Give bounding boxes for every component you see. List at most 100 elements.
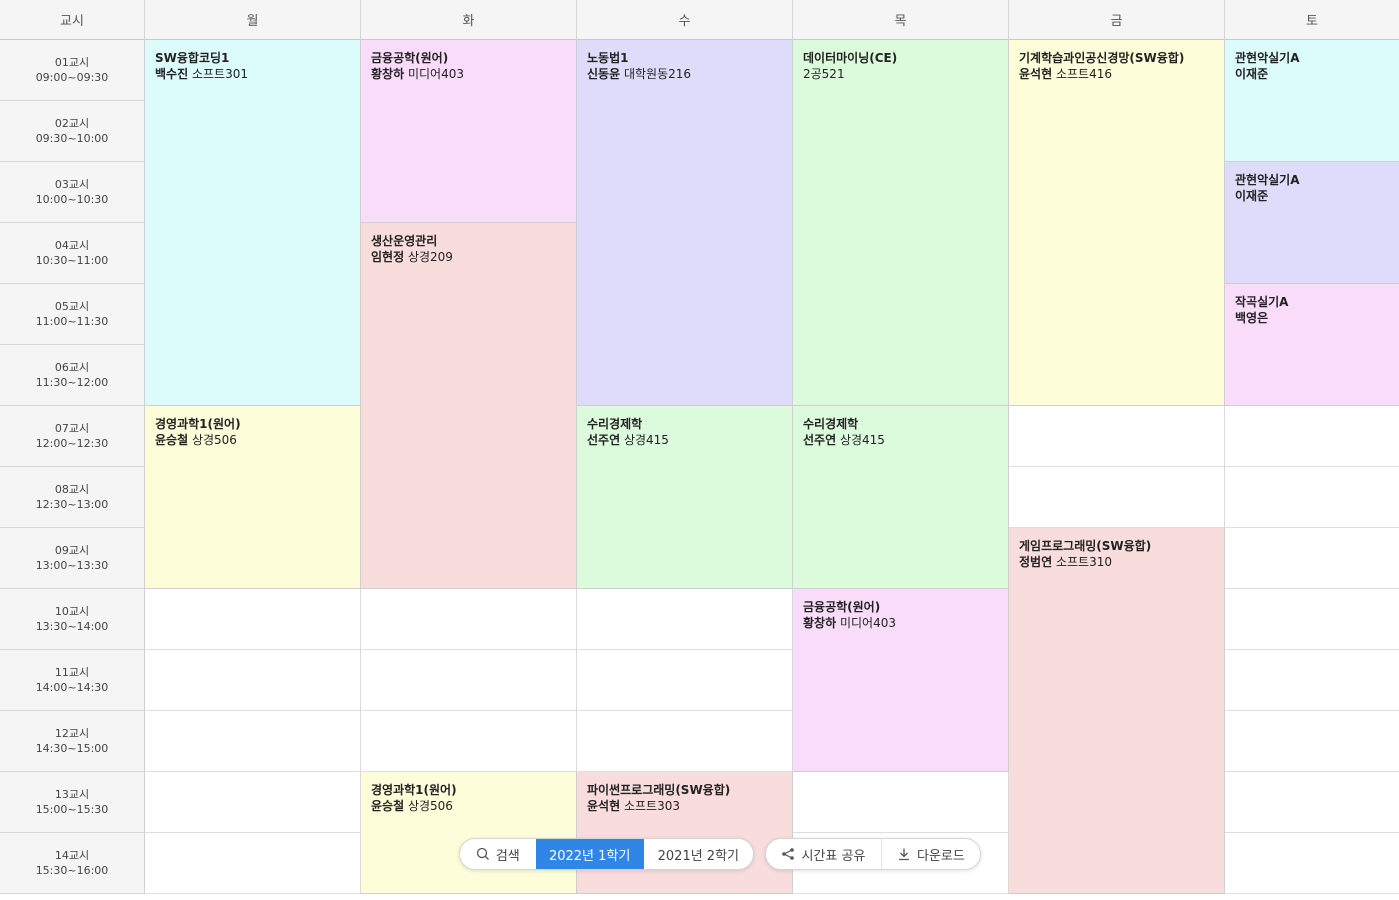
day-header-wed: 수 [577,0,793,40]
period-time: 14:30~15:00 [35,742,109,755]
period-number: 02교시 [54,117,90,130]
course-room: 상경415 [839,433,885,447]
period-time: 09:00~09:30 [35,71,109,84]
course-name: 수리경제학 [803,417,859,431]
empty-slot[interactable] [1225,467,1399,528]
period-time: 11:30~12:00 [35,376,109,389]
course-block[interactable]: 생산운영관리 임현정 상경209 [361,223,577,589]
semester-current-label: 2022년 1학기 [548,848,631,864]
search-label: 검색 [495,848,520,864]
period-time: 13:30~14:00 [35,620,109,633]
period-time: 11:00~11:30 [35,315,109,328]
course-block[interactable]: 기계학습과인공신경망(SW융합) 윤석현 소프트416 [1009,40,1225,406]
empty-slot[interactable] [145,711,361,772]
course-block[interactable]: 관현악실기A 이재준 [1225,40,1399,162]
empty-slot[interactable] [1225,711,1399,772]
course-details: 임현정 상경209 [371,249,566,265]
course-name: 파이썬프로그래밍(SW융합) [587,783,731,797]
empty-slot[interactable] [145,833,361,894]
course-details: 윤승철 상경506 [371,798,566,814]
empty-slot[interactable] [361,589,577,650]
course-room: 2공521 [803,67,845,81]
period-number: 07교시 [54,422,90,435]
course-block[interactable]: SW융합코딩1 백수진 소프트301 [145,40,361,406]
empty-slot[interactable] [1009,467,1225,528]
course-details: 윤승철 상경506 [155,432,350,448]
course-block[interactable]: 관현악실기A 이재준 [1225,162,1399,284]
course-details: 백수진 소프트301 [155,66,350,82]
period-number: 01교시 [54,56,90,69]
period-time: 15:00~15:30 [35,803,109,816]
period-label: 03교시 10:00~10:30 [0,162,145,223]
course-name: 작곡실기A [1235,295,1289,309]
semester-tab-current[interactable]: 2022년 1학기 [535,839,644,869]
course-block[interactable]: 노동법1 신동윤 대학원동216 [577,40,793,406]
course-name: 노동법1 [587,51,629,65]
course-professor: 선주연 [587,433,621,447]
empty-slot[interactable] [577,589,793,650]
empty-slot[interactable] [145,589,361,650]
course-block[interactable]: 데이터마이닝(CE) 2공521 [793,40,1009,406]
course-room: 대학원동216 [623,67,692,81]
day-header-tue: 화 [361,0,577,40]
course-details: 이재준 [1235,188,1389,204]
period-time: 13:00~13:30 [35,559,109,572]
download-button[interactable]: 다운로드 [880,839,980,869]
share-timetable-button[interactable]: 시간표 공유 [766,839,881,869]
course-name: 경영과학1(원어) [371,783,457,797]
course-professor: 신동윤 [587,67,621,81]
course-room: 미디어403 [407,67,464,81]
course-name: 경영과학1(원어) [155,417,241,431]
period-label: 08교시 12:30~13:00 [0,467,145,528]
day-header-sat: 토 [1225,0,1399,40]
period-label: 11교시 14:00~14:30 [0,650,145,711]
empty-slot[interactable] [1009,406,1225,467]
empty-slot[interactable] [361,711,577,772]
period-label: 01교시 09:00~09:30 [0,40,145,101]
course-block[interactable]: 금융공학(원어) 황창하 미디어403 [793,589,1009,772]
empty-slot[interactable] [145,772,361,833]
action-toolbar: 시간표 공유 다운로드 [765,838,981,870]
empty-slot[interactable] [577,711,793,772]
course-block[interactable]: 수리경제학선주연 상경415 [793,406,1009,589]
period-label: 12교시 14:30~15:00 [0,711,145,772]
day-label: 금 [1110,14,1123,29]
course-name: 생산운영관리 [371,234,438,248]
share-icon [782,848,795,860]
course-block[interactable]: 작곡실기A 백영은 [1225,284,1399,406]
empty-slot[interactable] [361,650,577,711]
empty-slot[interactable] [145,650,361,711]
period-label: 07교시 12:00~12:30 [0,406,145,467]
empty-slot[interactable] [1225,833,1399,894]
empty-slot[interactable] [1225,772,1399,833]
course-block[interactable]: 수리경제학 선주연 상경415 [577,406,793,589]
search-button[interactable]: 검색 [460,839,536,869]
course-block[interactable]: 파이썬프로그래밍(SW융합) 윤석현 소프트303 [577,772,793,894]
empty-slot[interactable] [1225,406,1399,467]
course-professor: 이재준 [1235,189,1269,203]
course-details: 윤석현 소프트416 [1019,66,1214,82]
course-block[interactable]: 경영과학1(원어) 윤승철 상경506 [361,772,577,894]
empty-slot[interactable] [577,650,793,711]
course-block[interactable]: 경영과학1(원어) 윤승철 상경506 [145,406,361,589]
course-professor: 선주연 [803,433,837,447]
period-time: 10:00~10:30 [35,193,109,206]
period-time: 14:00~14:30 [35,681,109,694]
course-block[interactable]: 금융공학(원어) 황창하 미디어403 [361,40,577,223]
course-professor: 이재준 [1235,67,1269,81]
semester-tab-previous[interactable]: 2021년 2학기 [644,839,753,869]
course-name: 게임프로그래밍(SW융합) [1019,539,1152,553]
period-label: 14교시 15:30~16:00 [0,833,145,894]
course-block[interactable]: 게임프로그래밍(SW융합) 정범연 소프트310 [1009,528,1225,894]
course-name: 관현악실기A [1235,173,1300,187]
empty-slot[interactable] [1225,528,1399,589]
period-number: 08교시 [54,483,90,496]
course-details: 신동윤 대학원동216 [587,66,782,82]
empty-slot[interactable] [1225,650,1399,711]
course-professor: 정범연 [1019,555,1053,569]
empty-slot[interactable] [793,772,1009,833]
header-corner: 교시 [0,0,145,40]
period-time: 12:30~13:00 [35,498,109,511]
empty-slot[interactable] [1225,589,1399,650]
period-number: 12교시 [54,727,90,740]
